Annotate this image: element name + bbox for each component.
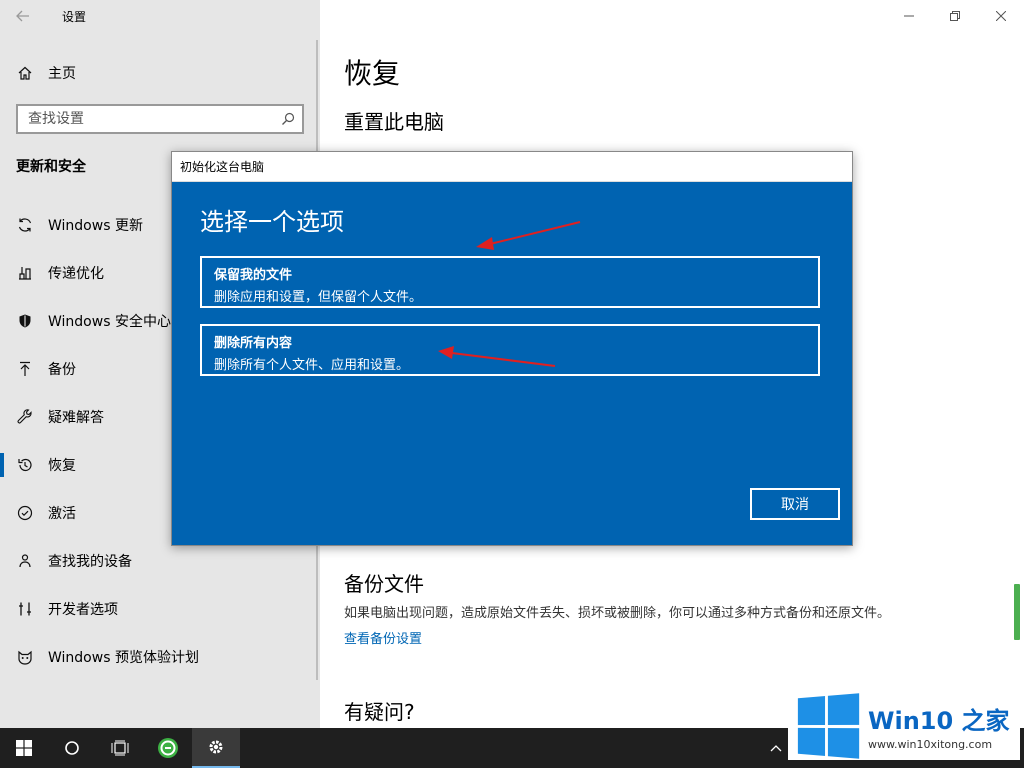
view-backup-settings-link[interactable]: 查看备份设置 xyxy=(344,628,422,647)
person-location-icon xyxy=(16,552,34,570)
sidebar-item-label: 查找我的设备 xyxy=(48,554,132,570)
sidebar-item-label: 恢复 xyxy=(48,458,76,474)
delivery-optimization-icon xyxy=(16,264,34,282)
search-box[interactable] xyxy=(16,104,304,134)
main-scrollbar[interactable] xyxy=(1014,584,1020,640)
watermark-url: www.win10xitong.com xyxy=(868,738,993,751)
sidebar-item-label: Windows 更新 xyxy=(48,218,143,234)
close-button[interactable] xyxy=(978,0,1024,32)
minimize-button[interactable] xyxy=(886,0,932,32)
restore-icon xyxy=(950,11,960,21)
question-title: 有疑问? xyxy=(344,700,415,724)
settings-taskbar-button[interactable] xyxy=(192,728,240,768)
section-title: 更新和安全 xyxy=(16,159,86,175)
title-bar: 设置 xyxy=(0,0,320,32)
tray-expand-button[interactable] xyxy=(764,728,788,768)
task-view-icon xyxy=(111,740,129,756)
reset-pc-title: 重置此电脑 xyxy=(344,110,444,134)
option-description: 删除所有个人文件、应用和设置。 xyxy=(214,358,410,373)
back-arrow-icon xyxy=(16,10,29,22)
backup-files-title: 备份文件 xyxy=(344,572,424,596)
home-icon xyxy=(16,64,34,82)
cancel-button[interactable]: 取消 xyxy=(750,488,840,520)
back-button[interactable] xyxy=(0,0,46,32)
sidebar-item-label: Windows 预览体验计划 xyxy=(48,650,199,666)
remove-everything-option[interactable]: 删除所有内容 删除所有个人文件、应用和设置。 xyxy=(200,324,820,376)
sidebar-item-label: 备份 xyxy=(48,362,76,378)
sidebar-item-label: 激活 xyxy=(48,506,76,522)
keep-my-files-option[interactable]: 保留我的文件 删除应用和设置，但保留个人文件。 xyxy=(200,256,820,308)
check-circle-icon xyxy=(16,504,34,522)
upload-arrow-icon xyxy=(16,360,34,378)
close-icon xyxy=(996,11,1006,21)
restore-button[interactable] xyxy=(932,0,978,32)
minimize-icon xyxy=(904,15,914,17)
search-input[interactable] xyxy=(18,111,274,127)
dialog-heading: 选择一个选项 xyxy=(200,208,344,236)
windows-logo-icon xyxy=(797,693,860,759)
window-controls xyxy=(886,0,1024,32)
option-title: 删除所有内容 xyxy=(214,336,293,351)
wrench-icon xyxy=(16,408,34,426)
developer-tools-icon xyxy=(16,600,34,618)
shield-icon xyxy=(16,312,34,330)
sidebar-item-label: Windows 安全中心 xyxy=(48,314,171,330)
start-button[interactable] xyxy=(0,728,48,768)
insider-cat-icon xyxy=(16,648,34,666)
sidebar-item-label: 传递优化 xyxy=(48,266,104,282)
reset-pc-dialog: 初始化这台电脑 选择一个选项 保留我的文件 删除应用和设置，但保留个人文件。 删… xyxy=(171,151,853,546)
task-view-button[interactable] xyxy=(96,728,144,768)
app-title: 设置 xyxy=(62,9,87,24)
search-button[interactable] xyxy=(48,728,96,768)
chevron-up-icon xyxy=(770,745,782,752)
page-title: 恢复 xyxy=(344,57,401,90)
sync-icon xyxy=(16,216,34,234)
option-description: 删除应用和设置，但保留个人文件。 xyxy=(214,290,423,305)
sidebar-item-insider-program[interactable]: Windows 预览体验计划 xyxy=(0,633,320,681)
option-title: 保留我的文件 xyxy=(214,268,293,283)
sidebar-item-label: 疑难解答 xyxy=(48,410,104,426)
sidebar-item-label: 开发者选项 xyxy=(48,602,118,618)
watermark-brand: Win10 之家 xyxy=(868,707,1010,735)
browser-icon xyxy=(158,738,178,758)
search-icon[interactable] xyxy=(274,112,302,126)
watermark: Win10 之家 www.win10xitong.com xyxy=(788,692,1020,760)
dialog-title-bar: 初始化这台电脑 xyxy=(172,152,852,182)
browser-button[interactable] xyxy=(144,728,192,768)
backup-description: 如果电脑出现问题，造成原始文件丢失、损坏或被删除，你可以通过多种方式备份和还原文… xyxy=(344,606,891,621)
sidebar-item-developer-options[interactable]: 开发者选项 xyxy=(0,585,320,633)
settings-gear-icon xyxy=(209,740,223,754)
windows-start-icon xyxy=(16,740,32,756)
history-icon xyxy=(16,456,34,474)
nav-home-label: 主页 xyxy=(48,66,76,82)
nav-home[interactable]: 主页 xyxy=(0,58,320,88)
search-circle-icon xyxy=(65,741,79,755)
